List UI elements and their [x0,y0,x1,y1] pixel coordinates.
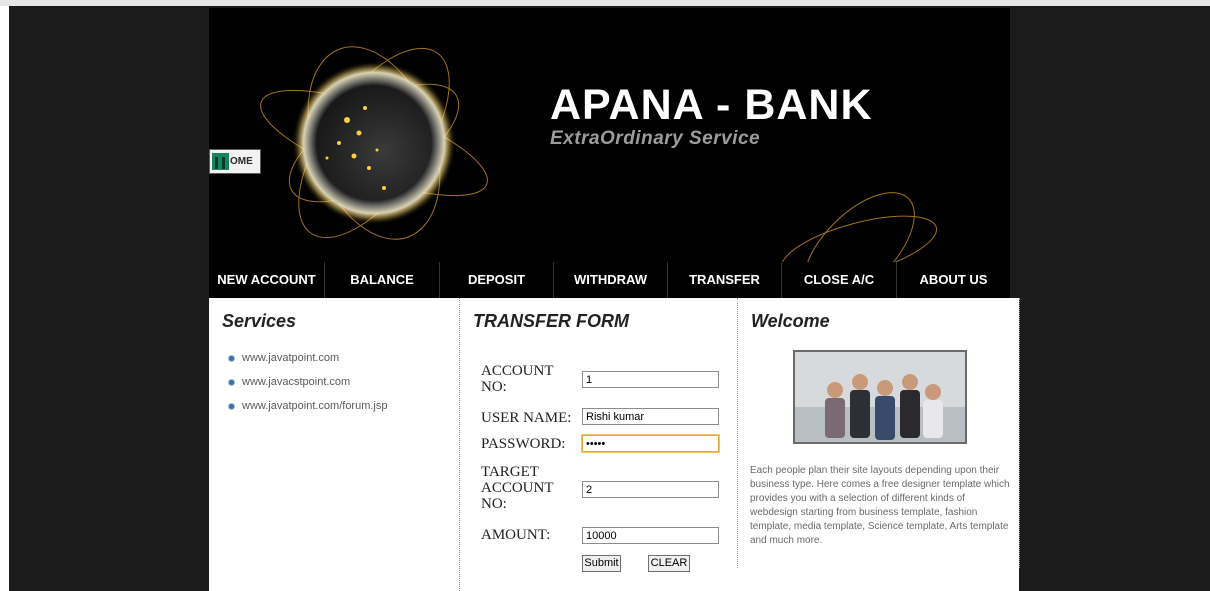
transfer-form-column: TRANSFER FORM ACCOUNT NO: USER NAME: PAS… [459,298,738,591]
account-label-line1: ACCOUNT [481,363,554,379]
welcome-column: Welcome Each people plan their site layo… [737,298,1020,568]
services-heading: Services [222,311,297,331]
left-gutter [0,6,9,591]
list-item: www.javatpoint.com [229,352,388,376]
services-list: www.javatpoint.com www.javacstpoint.com … [229,352,388,424]
site-tagline: ExtraOrdinary Service [550,128,761,149]
password-input[interactable] [581,434,720,453]
main-nav: NEW ACCOUNT BALANCE DEPOSIT WITHDRAW TRA… [209,262,1010,298]
transfer-form-heading: TRANSFER FORM [473,311,629,331]
amount-label: AMOUNT: [481,527,551,543]
target-account-label: TARGET ACCOUNT NO: [481,464,554,512]
home-icon [212,153,229,170]
nav-new-account[interactable]: NEW ACCOUNT [209,262,325,298]
brand-block: APANA - BANK ExtraOrdinary Service [550,82,873,150]
clear-button[interactable]: CLEAR [648,555,690,572]
nav-deposit[interactable]: DEPOSIT [440,262,554,298]
password-label: PASSWORD: [481,436,566,452]
account-no-input[interactable] [582,371,719,388]
services-column: Services www.javatpoint.com www.javacstp… [209,298,459,591]
service-link[interactable]: www.javatpoint.com [242,352,339,364]
submit-button[interactable]: Submit [582,555,621,572]
service-link[interactable]: www.javatpoint.com/forum.jsp [242,400,388,412]
amount-input[interactable] [582,527,719,544]
target-label-line3: NO: [481,496,507,512]
welcome-text: Each people plan their site layouts depe… [750,465,1010,546]
bullet-icon [229,380,234,385]
service-link[interactable]: www.javacstpoint.com [242,376,350,388]
nav-about-us[interactable]: ABOUT US [897,262,1010,298]
bullet-icon [229,404,234,409]
home-button[interactable]: OME [209,149,261,174]
list-item: www.javatpoint.com/forum.jsp [229,400,388,424]
main-content: Services www.javatpoint.com www.javacstp… [209,298,1020,591]
browser-top-border [0,0,1210,6]
account-no-label: ACCOUNT NO: [481,363,554,395]
home-label: OME [230,156,253,167]
account-label-line2: NO: [481,379,507,395]
welcome-heading: Welcome [751,311,830,331]
username-input[interactable] [582,408,719,425]
site-title: APANA - BANK [550,81,873,129]
nav-withdraw[interactable]: WITHDRAW [554,262,668,298]
nav-transfer[interactable]: TRANSFER [668,262,782,298]
username-label: USER NAME: [481,410,572,426]
list-item: www.javacstpoint.com [229,376,388,400]
site-header: OME APANA - BANK ExtraOrdinary Service [209,8,1010,262]
target-label-line1: TARGET [481,464,539,480]
nav-balance[interactable]: BALANCE [325,262,440,298]
nav-close-account[interactable]: CLOSE A/C [782,262,897,298]
bullet-icon [229,356,234,361]
team-photo [793,350,967,444]
target-account-input[interactable] [582,481,719,498]
target-label-line2: ACCOUNT [481,480,554,496]
